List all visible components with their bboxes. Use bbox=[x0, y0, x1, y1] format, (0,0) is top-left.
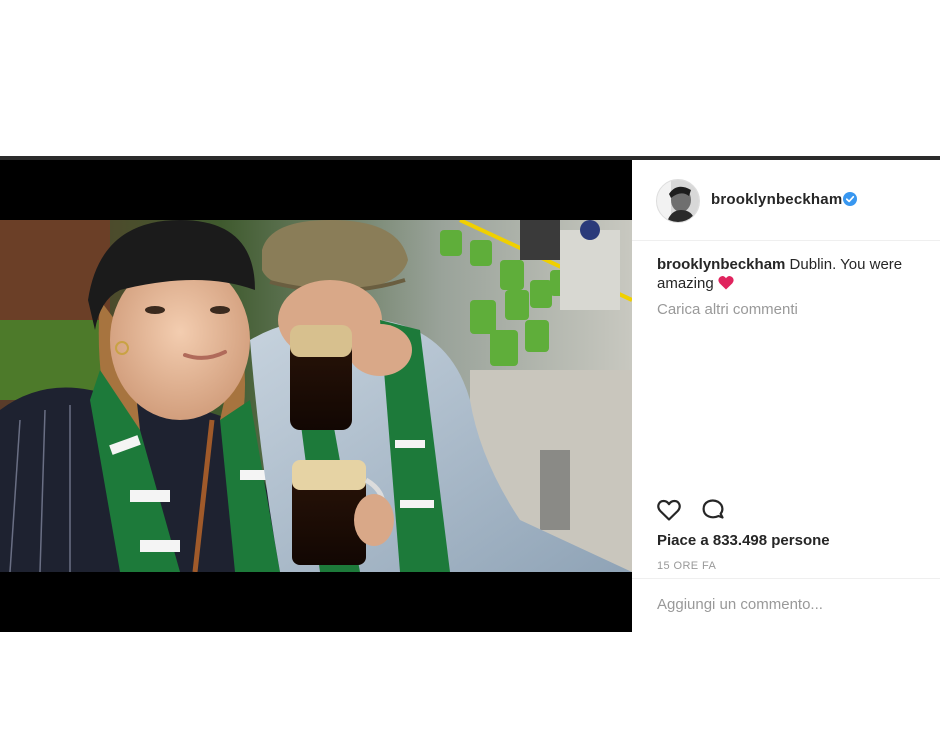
post-media[interactable] bbox=[0, 160, 632, 632]
comment-input[interactable] bbox=[657, 596, 917, 613]
red-heart-emoji-icon bbox=[718, 276, 734, 290]
post-caption: brooklynbeckham Dublin. You were amazing bbox=[657, 255, 927, 293]
post-photo bbox=[0, 220, 632, 572]
post-sidebar: brooklynbeckham brooklynbeckham Dublin. … bbox=[632, 160, 940, 632]
comment-divider bbox=[632, 578, 940, 579]
heart-outline-icon[interactable] bbox=[656, 497, 682, 523]
avatar-image bbox=[657, 180, 699, 222]
verified-badge-icon bbox=[843, 192, 857, 206]
likes-count[interactable]: Piace a 833.498 persone bbox=[657, 532, 830, 549]
load-more-comments-link[interactable]: Carica altri commenti bbox=[657, 301, 798, 318]
post-author-username[interactable]: brooklynbeckham bbox=[711, 191, 842, 208]
avatar[interactable] bbox=[656, 179, 700, 223]
instagram-post: brooklynbeckham brooklynbeckham Dublin. … bbox=[0, 156, 940, 632]
post-header: brooklynbeckham bbox=[632, 160, 940, 241]
post-timestamp: 15 ORE FA bbox=[657, 560, 717, 572]
speech-bubble-icon[interactable] bbox=[700, 497, 726, 523]
caption-username[interactable]: brooklynbeckham bbox=[657, 256, 785, 273]
